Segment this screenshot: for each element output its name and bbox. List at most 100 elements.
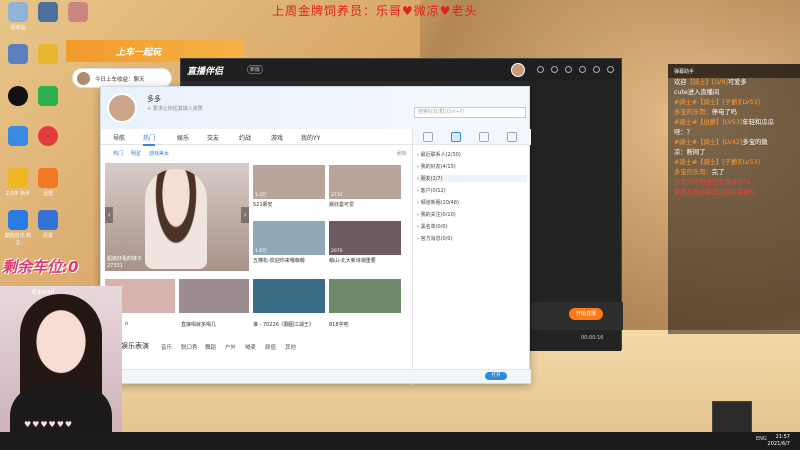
desktop-icon-app[interactable]: [64, 2, 92, 24]
danmaku-list: 欢迎【骑士】[LV8]可爱多 cute进入直播间 #骑士#【骑士】[子爵][LV53…: [668, 78, 800, 198]
user-avatar[interactable]: [511, 63, 525, 77]
manager-icon: [8, 126, 28, 146]
subtab-hot[interactable]: 热门: [113, 150, 123, 157]
contacts-icon[interactable]: [451, 132, 461, 142]
apps-icon[interactable]: [507, 132, 517, 142]
contact-group[interactable]: › 黑名单(0/0): [417, 223, 448, 230]
danmaku-panel: 弹幕助手 欢迎【骑士】[LV8]可爱多 cute进入直播间 #骑士#【骑士】[子爵]…: [668, 64, 800, 334]
maximize-icon[interactable]: [593, 66, 600, 73]
section-title: 娱乐表演: [121, 342, 149, 350]
profile-avatar[interactable]: [107, 93, 137, 123]
group-icon[interactable]: [479, 132, 489, 142]
danmaku-message: cute进入直播间: [674, 89, 720, 96]
desktop-icon-netease[interactable]: [34, 126, 62, 148]
profile-signature[interactable]: + 要求让你任其填入资质: [147, 105, 203, 112]
xunlei-icon: [38, 168, 58, 188]
channel-card[interactable]: 2733: [329, 165, 401, 199]
app-icon: [68, 2, 88, 22]
minimize-icon[interactable]: [579, 66, 586, 73]
featured-photo: [145, 169, 207, 269]
profile-header: 多多 + 要求让你任其填入资质 搜索好友/群(Ctrl+F): [101, 87, 529, 129]
tab-games[interactable]: 游戏: [271, 133, 283, 142]
contact-group[interactable]: › 最近联系人(2/30): [417, 151, 461, 158]
qq-icon: [8, 86, 28, 106]
remaining-seats-text: 剩余车位:0: [2, 258, 79, 276]
desktop-icon-manager[interactable]: [4, 126, 32, 148]
danmaku-message: 乐哥的乐哥送出哥哥饼干*1: [674, 179, 751, 186]
settings-icon[interactable]: [537, 66, 544, 73]
contact-tabs: [413, 129, 531, 145]
next-arrow-icon[interactable]: ›: [241, 207, 249, 223]
contact-group[interactable]: › 朋友(2/7): [417, 175, 527, 182]
danmaku-message: #骑士#【骑士】[LV42]多宝的微: [674, 139, 768, 146]
desktop-icon-recycle[interactable]: 回收站: [4, 2, 32, 31]
tab-my-yy[interactable]: 我的YY: [301, 133, 320, 142]
danmaku-message: 伊莉儿太无聊送出有没有姐*2: [674, 189, 757, 196]
menu-icon[interactable]: [565, 66, 572, 73]
live-titlebar: 直播伴侣 新版: [181, 59, 621, 81]
desktop-icon-computer[interactable]: [34, 2, 62, 24]
desktop-icon-yy[interactable]: 2.0中 新手: [4, 168, 32, 197]
version-badge: 新版: [247, 65, 264, 74]
category-looks[interactable]: 颜值: [265, 343, 276, 351]
prev-arrow-icon[interactable]: ‹: [105, 207, 113, 223]
category-talkshow[interactable]: 脱口秀: [181, 343, 198, 351]
contact-group[interactable]: › 我的好友(4/15): [417, 163, 456, 170]
channel-card[interactable]: [329, 279, 401, 313]
webcam-preview: Kawaii ♥♥♥♥♥♥: [0, 286, 122, 435]
featured-banner[interactable]: ‹ › 超级好看的妹子 27331: [105, 163, 249, 271]
tab-hot[interactable]: 热门: [143, 133, 156, 146]
desktop-icon-wechat[interactable]: [34, 86, 62, 108]
channel-card[interactable]: [253, 279, 325, 313]
danmaku-message: #骑士#【骑士】[子爵][LV53]: [674, 99, 760, 106]
tab-battle[interactable]: 约战: [239, 133, 251, 142]
contact-group[interactable]: › 客户(0/12): [417, 187, 446, 194]
danmaku-message: 呀：？: [674, 129, 693, 136]
hearts-sticker: ♥♥♥♥♥♥: [24, 420, 74, 429]
desktop-icon-xunlei[interactable]: 迅雷: [34, 168, 62, 197]
tab-nav[interactable]: 导航: [113, 133, 125, 142]
channel-title: 521慕安: [253, 202, 273, 208]
refresh-button[interactable]: 刷新: [397, 150, 407, 157]
home-icon[interactable]: [423, 132, 433, 142]
open-button[interactable]: 打开: [485, 372, 507, 380]
channel-card[interactable]: 1.6万: [253, 221, 325, 255]
category-dance[interactable]: 舞蹈: [205, 343, 216, 351]
channel-card[interactable]: [179, 279, 249, 313]
category-music[interactable]: 音乐: [161, 343, 172, 351]
live-timer: 00:00:16: [581, 335, 604, 341]
avatar: [77, 72, 90, 85]
close-icon[interactable]: [607, 66, 614, 73]
webcam-face: [30, 302, 92, 374]
ad-bar-label: 上车一起玩: [116, 48, 162, 58]
netease-icon: [38, 126, 58, 146]
channel-title: 谁 - 70226《翻图江湖王》: [253, 322, 314, 328]
tab-entertainment[interactable]: 娱乐: [177, 133, 189, 142]
tab-social[interactable]: 交友: [207, 133, 219, 142]
contact-group[interactable]: › 我的关注(0/10): [417, 211, 456, 218]
language-indicator[interactable]: ENG: [756, 436, 767, 442]
desktop-icon-tool[interactable]: [34, 44, 62, 66]
desktop-icon-video[interactable]: [4, 44, 32, 66]
contact-group[interactable]: › 频道新朋(10/48): [417, 199, 459, 206]
friend-search-input[interactable]: 搜索好友/群(Ctrl+F): [414, 107, 526, 118]
contact-group[interactable]: › 官方消息(0/0): [417, 235, 453, 242]
start-live-button[interactable]: 开始直播: [569, 308, 603, 320]
channel-card[interactable]: 1.0万: [253, 165, 325, 199]
danmaku-message: 凉：断网了: [674, 149, 706, 156]
channel-card[interactable]: 2070: [329, 221, 401, 255]
category-other[interactable]: 其他: [285, 343, 296, 351]
tray-popup[interactable]: [712, 401, 752, 433]
yy-main-panel: 多多 + 要求让你任其填入资质 搜索好友/群(Ctrl+F) 导航 热门 娱乐 …: [100, 86, 531, 385]
desktop-icon-xunlei2[interactable]: 迅雷: [34, 210, 62, 239]
earnings-notification[interactable]: 今日上车收益：聊天: [72, 68, 172, 88]
subtab-star[interactable]: 明星: [131, 150, 141, 157]
category-outdoor[interactable]: 户外: [225, 343, 236, 351]
skin-icon[interactable]: [551, 66, 558, 73]
desktop-icon-kugou[interactable]: 酷狗音乐 新主: [4, 210, 32, 246]
download-icon: [38, 210, 58, 230]
subtab-game-girl[interactable]: 游戏美女: [149, 150, 169, 157]
category-shout[interactable]: 喊麦: [245, 343, 256, 351]
desktop-icon-qq[interactable]: [4, 86, 32, 108]
clock[interactable]: 21:57 2021/6/7: [768, 434, 790, 448]
